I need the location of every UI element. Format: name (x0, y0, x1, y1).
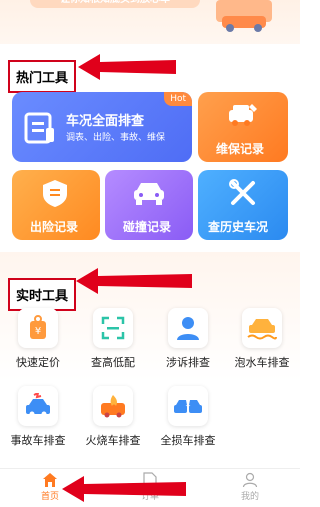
card-collision-record-label: 碰撞记录 (123, 220, 172, 234)
tool-litigation-check-label: 涉诉排查 (166, 356, 210, 369)
accident-car-icon (18, 386, 58, 426)
tool-burned-car-check[interactable]: 火烧车排查 (77, 386, 149, 447)
card-insurance-record-label: 出险记录 (30, 220, 79, 234)
banner-illustration (216, 0, 272, 32)
tool-flood-car-check[interactable]: 泡水车排查 (226, 308, 298, 369)
user-icon (220, 471, 280, 489)
banner-slogan: 让你知根知底买到放心车 (30, 0, 200, 8)
tool-accident-car-check-label: 事故车排查 (10, 434, 66, 447)
tool-accident-car-check[interactable]: 事故车排查 (2, 386, 74, 447)
tool-total-loss-check-label: 全损车排查 (160, 434, 216, 447)
report-icon (24, 112, 54, 144)
card-full-inspection[interactable]: Hot 车况全面排查 调表、出险、事故、维保 (12, 92, 192, 162)
hot-badge: Hot (164, 92, 192, 106)
card-full-inspection-title: 车况全面排查 (66, 114, 145, 129)
tool-litigation-check[interactable]: 涉诉排查 (152, 308, 224, 369)
scan-icon (93, 308, 133, 348)
section-title-hot-tools: 热门工具 (8, 60, 77, 93)
card-vehicle-history[interactable]: 查历史车况 (198, 170, 288, 240)
annotation-arrow (78, 54, 176, 80)
person-icon (168, 308, 208, 348)
shield-document-icon (43, 180, 67, 207)
tool-flood-car-check-label: 泡水车排查 (234, 356, 290, 369)
burned-car-icon (93, 386, 133, 426)
tab-profile-label: 我的 (240, 492, 259, 502)
tool-quick-pricing[interactable]: ¥ 快速定价 (2, 308, 74, 369)
tools-icon (229, 179, 255, 205)
card-full-inspection-subtitle: 调表、出险、事故、维保 (66, 133, 166, 143)
card-maintenance-record-label: 维保记录 (216, 142, 265, 156)
card-vehicle-history-label: 查历史车况 (208, 220, 269, 234)
tool-quick-pricing-label: 快速定价 (16, 356, 60, 369)
car-front-icon (134, 183, 164, 205)
flooded-car-icon (242, 308, 282, 348)
annotation-arrow (62, 476, 186, 502)
car-wrench-icon (229, 104, 257, 126)
card-insurance-record[interactable]: 出险记录 (12, 170, 100, 240)
tool-config-check-label: 查高低配 (91, 356, 135, 369)
tool-config-check[interactable]: 查高低配 (77, 308, 149, 369)
card-collision-record[interactable]: 碰撞记录 (105, 170, 193, 240)
price-tag-icon: ¥ (18, 308, 58, 348)
tool-total-loss-check[interactable]: 全损车排查 (152, 386, 224, 447)
section-title-realtime-tools: 实时工具 (8, 278, 77, 311)
svg-text:¥: ¥ (35, 326, 41, 337)
total-loss-car-icon (168, 386, 208, 426)
top-banner: 让你知根知底买到放心车 (0, 0, 300, 44)
tab-profile[interactable]: 我的 (220, 471, 280, 502)
tool-burned-car-check-label: 火烧车排查 (85, 434, 141, 447)
annotation-arrow (76, 268, 192, 294)
card-maintenance-record[interactable]: 维保记录 (198, 92, 288, 162)
